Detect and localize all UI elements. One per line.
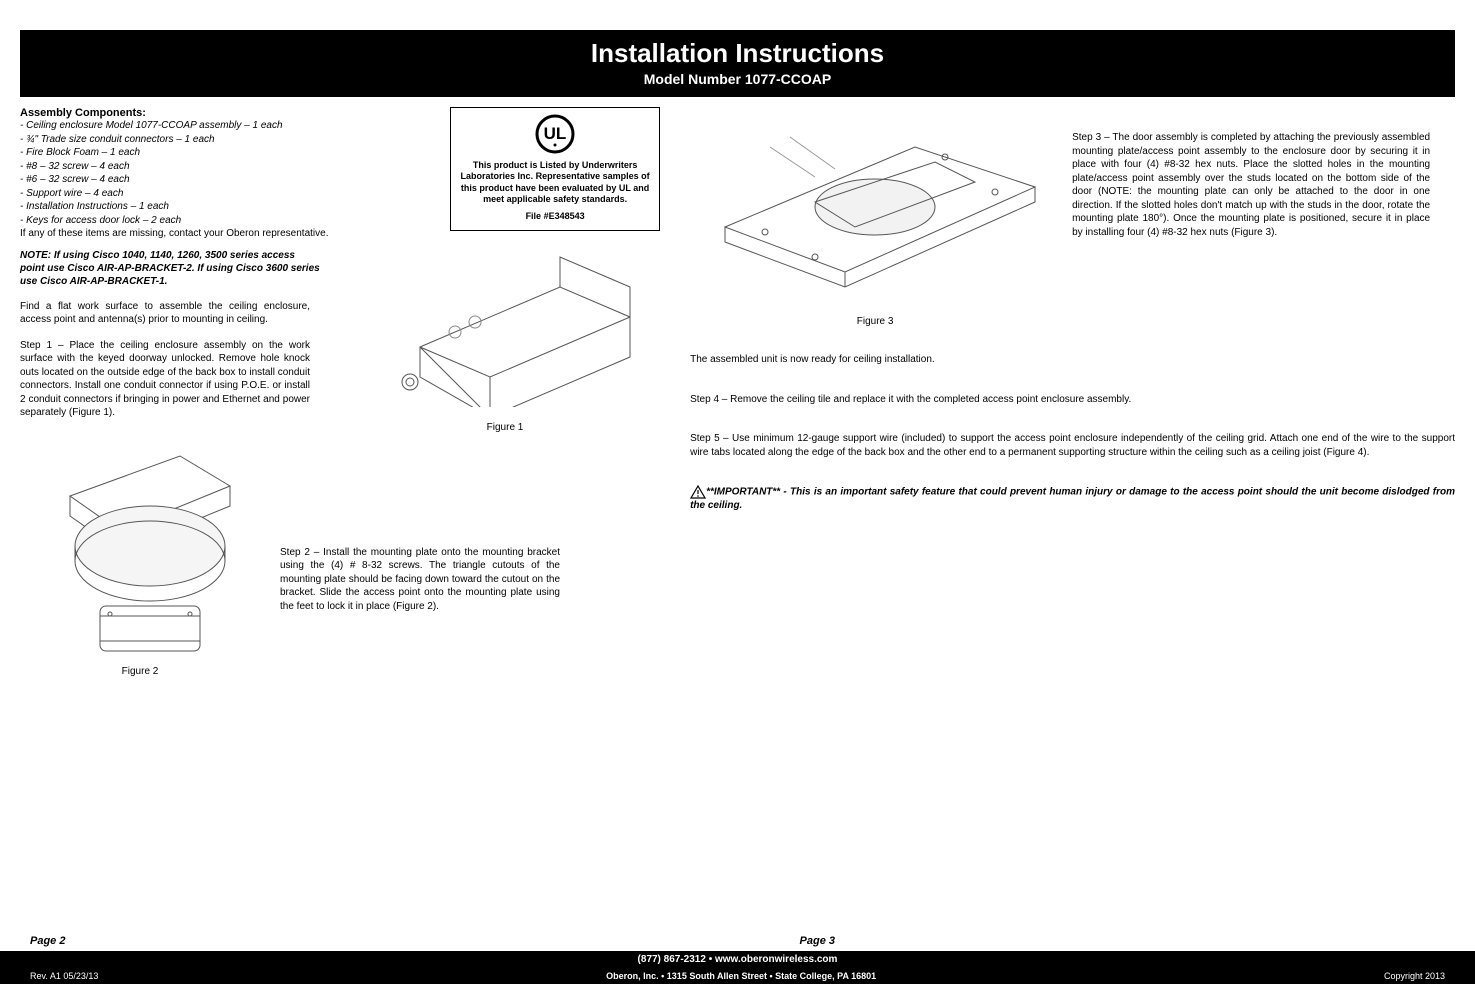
figure-1-label: Figure 1 — [350, 422, 660, 433]
footer-copyright: Copyright 2013 — [1384, 971, 1445, 981]
step5-text: Step 5 – Use minimum 12-gauge support wi… — [690, 432, 1455, 459]
figure-1: Figure 1 — [350, 227, 660, 433]
left-lower-row: Figure 2 Step 2 – Install the mounting p… — [20, 436, 660, 696]
step2-block: Step 2 – Install the mounting plate onto… — [260, 436, 560, 696]
footer-address: Oberon, Inc. • 1315 South Allen Street •… — [606, 971, 876, 981]
figure-3-label: Figure 3 — [690, 316, 1060, 327]
ul-file: File #E348543 — [459, 211, 651, 222]
figure-2-drawing — [30, 436, 250, 666]
figure-3: Figure 3 — [690, 107, 1060, 327]
footer-info-bar: Rev. A1 05/23/13 Oberon, Inc. • 1315 Sou… — [0, 968, 1475, 984]
warning-icon — [690, 485, 706, 499]
doc-subtitle: Model Number 1077-CCOAP — [20, 71, 1455, 87]
figure-1-drawing — [360, 227, 650, 407]
assembled-text: The assembled unit is now ready for ceil… — [690, 353, 1455, 367]
page-2-label: Page 2 — [30, 935, 65, 947]
page-labels: Page 2 Page 3 — [0, 935, 1475, 951]
content-area: Assembly Components: - Ceiling enclosure… — [0, 97, 1475, 706]
footer: Page 2 Page 3 (877) 867-2312 • www.obero… — [0, 935, 1475, 984]
step1-text: Step 1 – Place the ceiling enclosure ass… — [20, 339, 310, 420]
figure-2-label: Figure 2 — [122, 666, 159, 677]
cisco-note: NOTE: If using Cisco 1040, 1140, 1260, 3… — [20, 249, 320, 288]
right-upper-row: Figure 3 Step 3 – The door assembly is c… — [690, 107, 1455, 327]
doc-title: Installation Instructions — [20, 38, 1455, 69]
left-column: Assembly Components: - Ceiling enclosure… — [20, 107, 680, 696]
step2-text: Step 2 – Install the mounting plate onto… — [280, 546, 560, 614]
figure-2: Figure 2 — [20, 436, 260, 696]
ul-logo-icon: UL — [535, 114, 575, 154]
svg-text:UL: UL — [544, 124, 567, 143]
step4-text: Step 4 – Remove the ceiling tile and rep… — [690, 393, 1455, 407]
page-3-label: Page 3 — [800, 935, 835, 947]
important-warning: **IMPORTANT** - This is an important saf… — [690, 485, 1455, 513]
figure-3-drawing — [695, 107, 1055, 307]
important-text: **IMPORTANT** - This is an important saf… — [690, 487, 1455, 512]
right-column: Figure 3 Step 3 – The door assembly is c… — [680, 107, 1455, 696]
footer-rev: Rev. A1 05/23/13 — [30, 971, 98, 981]
step3-text: Step 3 – The door assembly is completed … — [1060, 107, 1430, 327]
ul-cert-box: UL This product is Listed by Underwriter… — [450, 107, 660, 231]
ul-text: This product is Listed by Underwriters L… — [459, 160, 651, 205]
intro-text: Find a flat work surface to assemble the… — [20, 300, 310, 327]
title-bar: Installation Instructions Model Number 1… — [20, 30, 1455, 97]
